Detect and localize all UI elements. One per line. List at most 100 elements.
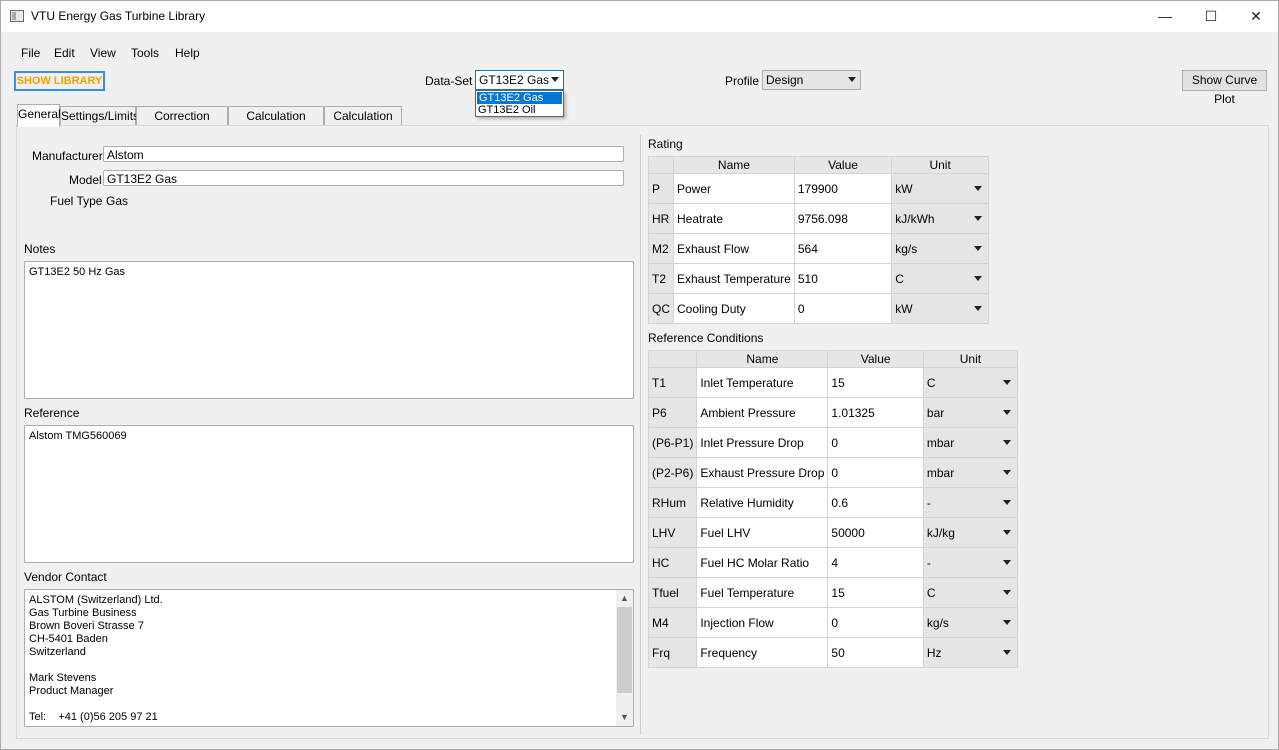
tab-settings-limits[interactable]: Settings/Limits [60,106,139,126]
corner-header [647,350,698,368]
unit-select[interactable]: - [922,547,1019,578]
model-label: Model [69,173,102,187]
dataset-dropdown-list: GT13E2 Gas GT13E2 Oil [475,90,564,117]
unit-select[interactable]: mbar [922,427,1019,458]
row-value[interactable]: 0 [827,427,924,458]
unit-select[interactable]: Hz [922,637,1019,668]
manufacturer-field[interactable]: Alstom [103,146,624,162]
tab-calculation-log[interactable]: Calculation Log [324,106,402,141]
row-id: Frq [647,637,698,668]
vendor-line: ALSTOM (Switzerland) Ltd. [29,594,163,606]
unit-value: kJ/kWh [895,211,935,226]
vendor-scrollbar[interactable]: ▲ ▼ [616,590,633,726]
chevron-down-icon [1003,380,1011,385]
tab-calculation-results[interactable]: Calculation Results [228,106,324,141]
row-name: Fuel Temperature [696,577,829,608]
window-title: VTU Energy Gas Turbine Library [31,9,206,23]
unit-value: Hz [926,645,942,660]
dataset-option-oil[interactable]: GT13E2 Oil [476,104,563,116]
row-value[interactable]: 50 [827,637,924,668]
unit-select[interactable]: C [922,577,1019,608]
manufacturer-label: Manufacturer [32,149,103,163]
row-value[interactable]: 15 [827,367,924,398]
chevron-down-icon [551,77,559,82]
row-id: RHum [647,487,698,518]
row-name: Power [673,173,795,204]
unit-select[interactable]: - [922,487,1019,518]
menu-view[interactable]: View [90,46,116,60]
row-id: QC [648,293,674,324]
vendor-line: CH-5401 Baden [29,633,108,645]
row-value[interactable]: 1.01325 [827,397,924,428]
row-value[interactable]: 15 [827,577,924,608]
row-value[interactable]: 0 [827,607,924,638]
table-row: Tfuel Fuel Temperature 15 C [647,577,1019,608]
row-value[interactable]: 0 [793,293,893,324]
unit-select[interactable]: mbar [922,457,1019,488]
chevron-down-icon [1003,500,1011,505]
minimize-button[interactable]: — [1142,1,1188,32]
profile-select[interactable]: Design [762,70,861,90]
row-value[interactable]: 50000 [827,517,924,548]
table-row: M2 Exhaust Flow 564 kg/s [648,233,989,264]
unit-select[interactable]: kg/s [891,233,989,264]
vendor-contact-textarea[interactable]: ALSTOM (Switzerland) Ltd. Gas Turbine Bu… [24,589,634,727]
row-value[interactable]: 0.6 [827,487,924,518]
row-name: Exhaust Flow [673,233,795,264]
show-curve-plot-button[interactable]: Show Curve Plot [1182,70,1267,106]
tab-correction-curves[interactable]: Correction Curves [136,106,228,141]
row-id: P [648,173,674,204]
row-value[interactable]: 0 [827,457,924,488]
reference-conditions-table: Name Value Unit T1 Inlet Temperature 15 … [647,350,1019,668]
dataset-select[interactable]: GT13E2 Gas [475,70,564,90]
row-value[interactable]: 510 [793,263,893,294]
scroll-down-icon[interactable]: ▼ [616,709,633,726]
unit-value: kJ/kg [926,525,955,540]
dataset-option-gas[interactable]: GT13E2 Gas [477,92,562,104]
column-header-unit: Unit [891,156,989,174]
unit-select[interactable]: C [891,263,989,294]
row-value[interactable]: 179900 [793,173,893,204]
model-field[interactable]: GT13E2 Gas [103,170,624,186]
menu-edit[interactable]: Edit [54,46,75,60]
tab-general[interactable]: General [17,104,61,127]
menu-file[interactable]: File [21,46,40,60]
row-value[interactable]: 9756.098 [793,203,893,234]
unit-value: C [895,271,904,286]
unit-value: mbar [926,465,955,480]
row-id: HC [647,547,698,578]
close-button[interactable]: ✕ [1233,1,1279,32]
title-bar: VTU Energy Gas Turbine Library — ☐ ✕ [1,1,1278,32]
table-row: QC Cooling Duty 0 kW [648,293,989,324]
app-icon [10,10,24,22]
table-row: LHV Fuel LHV 50000 kJ/kg [647,517,1019,548]
notes-textarea[interactable]: GT13E2 50 Hz Gas [24,261,634,399]
table-row: P6 Ambient Pressure 1.01325 bar [647,397,1019,428]
unit-value: kg/s [895,241,918,256]
app-window: VTU Energy Gas Turbine Library — ☐ ✕ Fil… [0,0,1279,750]
vendor-line: Gas Turbine Business [29,607,137,619]
column-header-unit: Unit [922,350,1019,368]
row-value[interactable]: 4 [827,547,924,578]
unit-select[interactable]: bar [922,397,1019,428]
chevron-down-icon [1003,410,1011,415]
row-value[interactable]: 564 [793,233,893,264]
row-id: M2 [648,233,674,264]
unit-select[interactable]: kg/s [922,607,1019,638]
unit-select[interactable]: kJ/kWh [891,203,989,234]
scroll-up-icon[interactable]: ▲ [616,590,633,607]
unit-select[interactable]: C [922,367,1019,398]
menu-help[interactable]: Help [175,46,200,60]
reference-textarea[interactable]: Alstom TMG560069 [24,425,634,563]
unit-value: mbar [926,435,955,450]
menu-tools[interactable]: Tools [131,46,159,60]
unit-select[interactable]: kW [891,293,989,324]
show-library-button[interactable]: SHOW LIBRARY [14,71,105,91]
maximize-button[interactable]: ☐ [1188,1,1234,32]
scrollbar-thumb[interactable] [617,607,632,693]
profile-label: Profile [725,74,760,88]
table-row: M4 Injection Flow 0 kg/s [647,607,1019,638]
unit-select[interactable]: kJ/kg [922,517,1019,548]
unit-select[interactable]: kW [891,173,989,204]
row-name: Cooling Duty [673,293,795,324]
